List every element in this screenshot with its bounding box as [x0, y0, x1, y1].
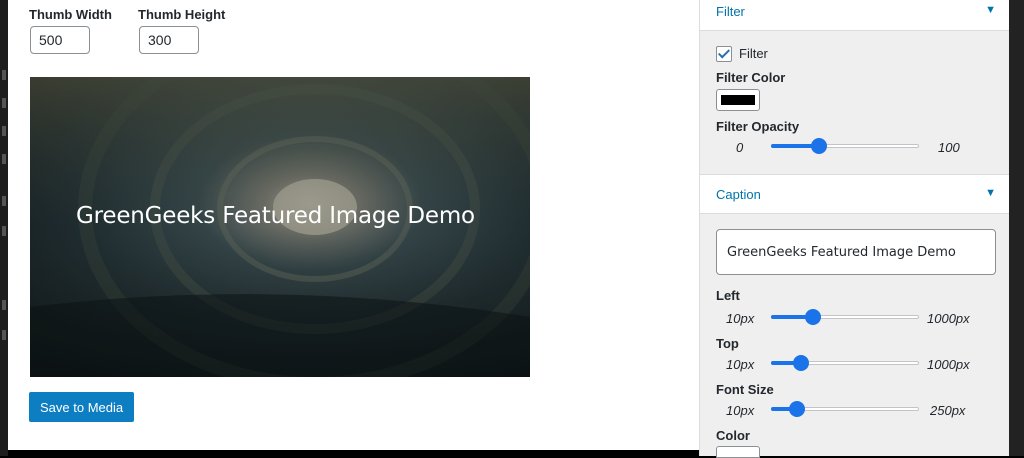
caption-text-input[interactable] [716, 229, 996, 275]
filter-section-title: Filter [716, 4, 745, 19]
caption-color-label: Color [716, 428, 750, 443]
left-label: Left [716, 288, 740, 303]
save-to-media-button[interactable]: Save to Media [29, 392, 135, 422]
thumb-height-input[interactable] [139, 26, 199, 54]
featured-image-preview: GreenGeeks Featured Image Demo [30, 77, 530, 377]
caption-color-swatch[interactable] [716, 446, 760, 458]
caption-section-header[interactable]: Caption ▼ [700, 174, 1010, 214]
thumb-width-label: Thumb Width [29, 7, 112, 22]
left-min-label: 10px [726, 311, 755, 326]
left-admin-strip [0, 0, 8, 456]
caption-section-title: Caption [716, 187, 761, 202]
filter-color-chip [721, 95, 755, 105]
caret-down-icon: ▼ [985, 187, 996, 199]
slider-thumb[interactable] [789, 401, 806, 417]
filter-section-header[interactable]: Filter ▼ [700, 0, 1010, 31]
left-max-label: 1000px [927, 311, 970, 326]
filter-color-swatch[interactable] [716, 89, 760, 111]
font-size-slider[interactable] [771, 401, 919, 417]
preview-caption[interactable]: GreenGeeks Featured Image Demo [76, 203, 475, 229]
font-size-min-label: 10px [726, 403, 755, 418]
top-label: Top [716, 336, 739, 351]
filter-color-label: Filter Color [716, 70, 786, 85]
slider-thumb[interactable] [793, 355, 810, 371]
left-slider[interactable] [771, 309, 919, 325]
top-slider[interactable] [771, 355, 919, 371]
opacity-max-label: 100 [938, 140, 960, 155]
font-size-label: Font Size [716, 382, 774, 397]
filter-opacity-slider[interactable] [771, 138, 919, 154]
thumb-width-input[interactable] [30, 26, 90, 54]
slider-thumb[interactable] [805, 309, 822, 325]
font-size-max-label: 250px [930, 403, 966, 418]
filter-checkbox[interactable] [716, 46, 732, 62]
settings-sidebar: Filter ▼ Filter Filter Color Filter Opac… [699, 0, 1010, 458]
top-min-label: 10px [726, 357, 755, 372]
editor-panel: Thumb Width Thumb Height [8, 0, 699, 450]
top-max-label: 1000px [927, 357, 970, 372]
right-edge [1009, 0, 1024, 456]
filter-checkbox-label: Filter [739, 46, 768, 61]
filter-opacity-label: Filter Opacity [716, 119, 800, 134]
thumb-height-label: Thumb Height [138, 7, 226, 22]
caret-down-icon: ▼ [985, 4, 996, 16]
opacity-min-label: 0 [736, 140, 744, 155]
slider-thumb[interactable] [810, 138, 827, 154]
